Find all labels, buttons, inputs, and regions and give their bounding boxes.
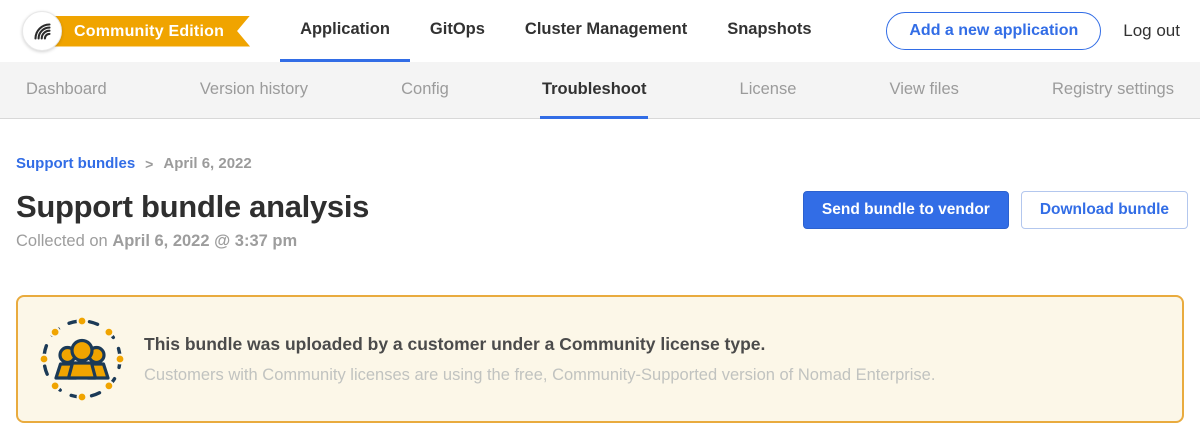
community-license-notice: This bundle was uploaded by a customer u… xyxy=(16,295,1184,423)
brand: Community Edition xyxy=(22,0,250,62)
app-sub-navigation: Dashboard Version history Config Trouble… xyxy=(0,62,1200,119)
breadcrumb: Support bundles > April 6, 2022 xyxy=(16,155,1184,172)
collected-timestamp: Collected on April 6, 2022 @ 3:37 pm xyxy=(16,232,803,251)
tab-cluster-management[interactable]: Cluster Management xyxy=(505,0,707,62)
collected-prefix: Collected on xyxy=(16,232,112,250)
title-row: Support bundle analysis Collected on Apr… xyxy=(16,189,1184,251)
download-bundle-button[interactable]: Download bundle xyxy=(1021,191,1188,229)
tab-snapshots[interactable]: Snapshots xyxy=(707,0,831,62)
notice-subtitle: Customers with Community licenses are us… xyxy=(144,366,935,385)
breadcrumb-support-bundles-link[interactable]: Support bundles xyxy=(16,155,135,172)
tab-application[interactable]: Application xyxy=(280,0,410,62)
subtab-config[interactable]: Config xyxy=(399,62,451,119)
customers-community-icon xyxy=(40,317,124,401)
top-tabs: Application GitOps Cluster Management Sn… xyxy=(280,0,832,62)
community-edition-badge: Community Edition xyxy=(50,16,250,47)
replicated-logo-icon[interactable] xyxy=(22,11,62,51)
subtab-license[interactable]: License xyxy=(738,62,799,119)
top-nav-right: Add a new application Log out xyxy=(886,0,1180,62)
tab-gitops[interactable]: GitOps xyxy=(410,0,505,62)
log-out-link[interactable]: Log out xyxy=(1123,21,1180,41)
subtab-version-history[interactable]: Version history xyxy=(198,62,310,119)
add-new-application-button[interactable]: Add a new application xyxy=(886,12,1101,50)
subtab-troubleshoot[interactable]: Troubleshoot xyxy=(540,62,649,119)
bundle-actions: Send bundle to vendor Download bundle xyxy=(803,189,1184,229)
subtab-dashboard[interactable]: Dashboard xyxy=(24,62,109,119)
title-block: Support bundle analysis Collected on Apr… xyxy=(16,189,803,251)
send-bundle-to-vendor-button[interactable]: Send bundle to vendor xyxy=(803,191,1009,229)
notice-title: This bundle was uploaded by a customer u… xyxy=(144,334,935,355)
subtab-registry-settings[interactable]: Registry settings xyxy=(1050,62,1176,119)
main-content: Support bundles > April 6, 2022 Support … xyxy=(0,119,1200,423)
collected-date: April 6, 2022 @ 3:37 pm xyxy=(112,232,297,250)
page-title: Support bundle analysis xyxy=(16,189,803,225)
top-navigation: Community Edition Application GitOps Clu… xyxy=(0,0,1200,62)
replicated-logo-glyph xyxy=(30,19,54,43)
breadcrumb-separator: > xyxy=(145,156,153,172)
breadcrumb-current: April 6, 2022 xyxy=(163,155,251,172)
notice-text: This bundle was uploaded by a customer u… xyxy=(144,334,935,385)
subtab-view-files[interactable]: View files xyxy=(888,62,961,119)
